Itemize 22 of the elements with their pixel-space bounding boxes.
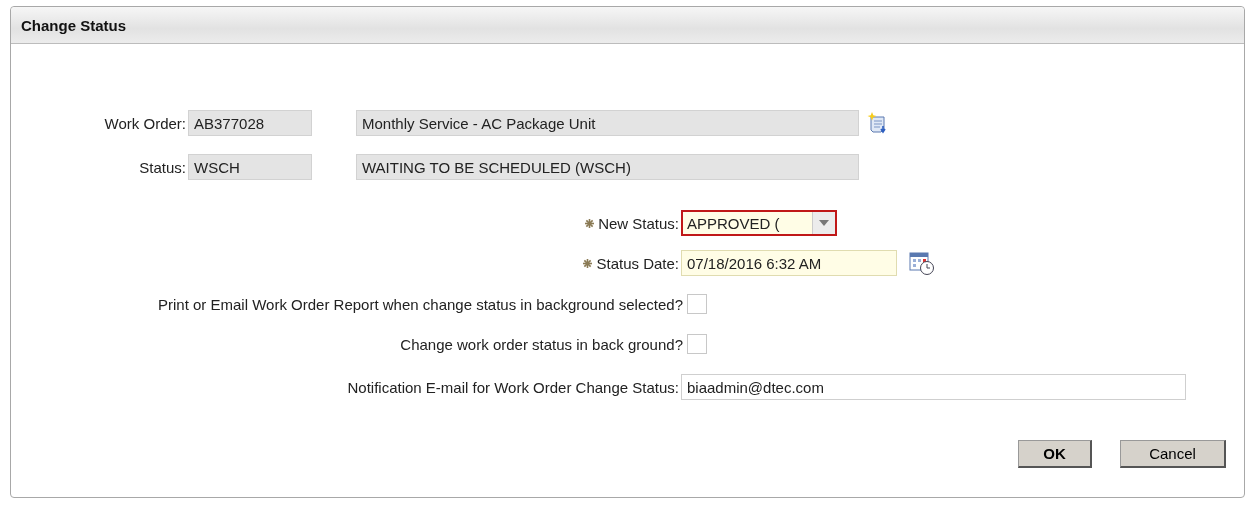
field-label: Status:: [139, 158, 186, 176]
calendar-clock-icon[interactable]: [909, 250, 935, 276]
email-field[interactable]: biaadmin@dtec.com: [681, 374, 1186, 400]
checkbox[interactable]: [687, 334, 707, 354]
option-label: Change work order status in back ground?: [400, 335, 683, 353]
description-field: WAITING TO BE SCHEDULED (WSCH): [356, 154, 859, 180]
date-field[interactable]: 07/18/2016 6:32 AM: [681, 250, 897, 276]
caret-icon: [819, 220, 829, 226]
field-label: New Status:: [598, 214, 679, 232]
field-label: Notification E-mail for Work Order Change Status:: [347, 378, 679, 396]
field-label: Work Order:: [104, 114, 186, 132]
checkbox[interactable]: [687, 294, 707, 314]
field-label: Status Date:: [596, 254, 679, 272]
ok-button[interactable]: OK: [1018, 440, 1092, 468]
status-dropdown[interactable]: APPROVED (: [681, 210, 837, 236]
option-label: Print or Email Work Order Report when change status in background selected?: [158, 295, 683, 313]
code-field: WSCH: [188, 154, 312, 180]
code-field: AB377028: [188, 110, 312, 136]
cancel-button[interactable]: Cancel: [1120, 440, 1226, 468]
dialog-title: Change Status: [21, 16, 126, 34]
notes-icon[interactable]: [867, 112, 889, 134]
description-field: Monthly Service - AC Package Unit: [356, 110, 859, 136]
